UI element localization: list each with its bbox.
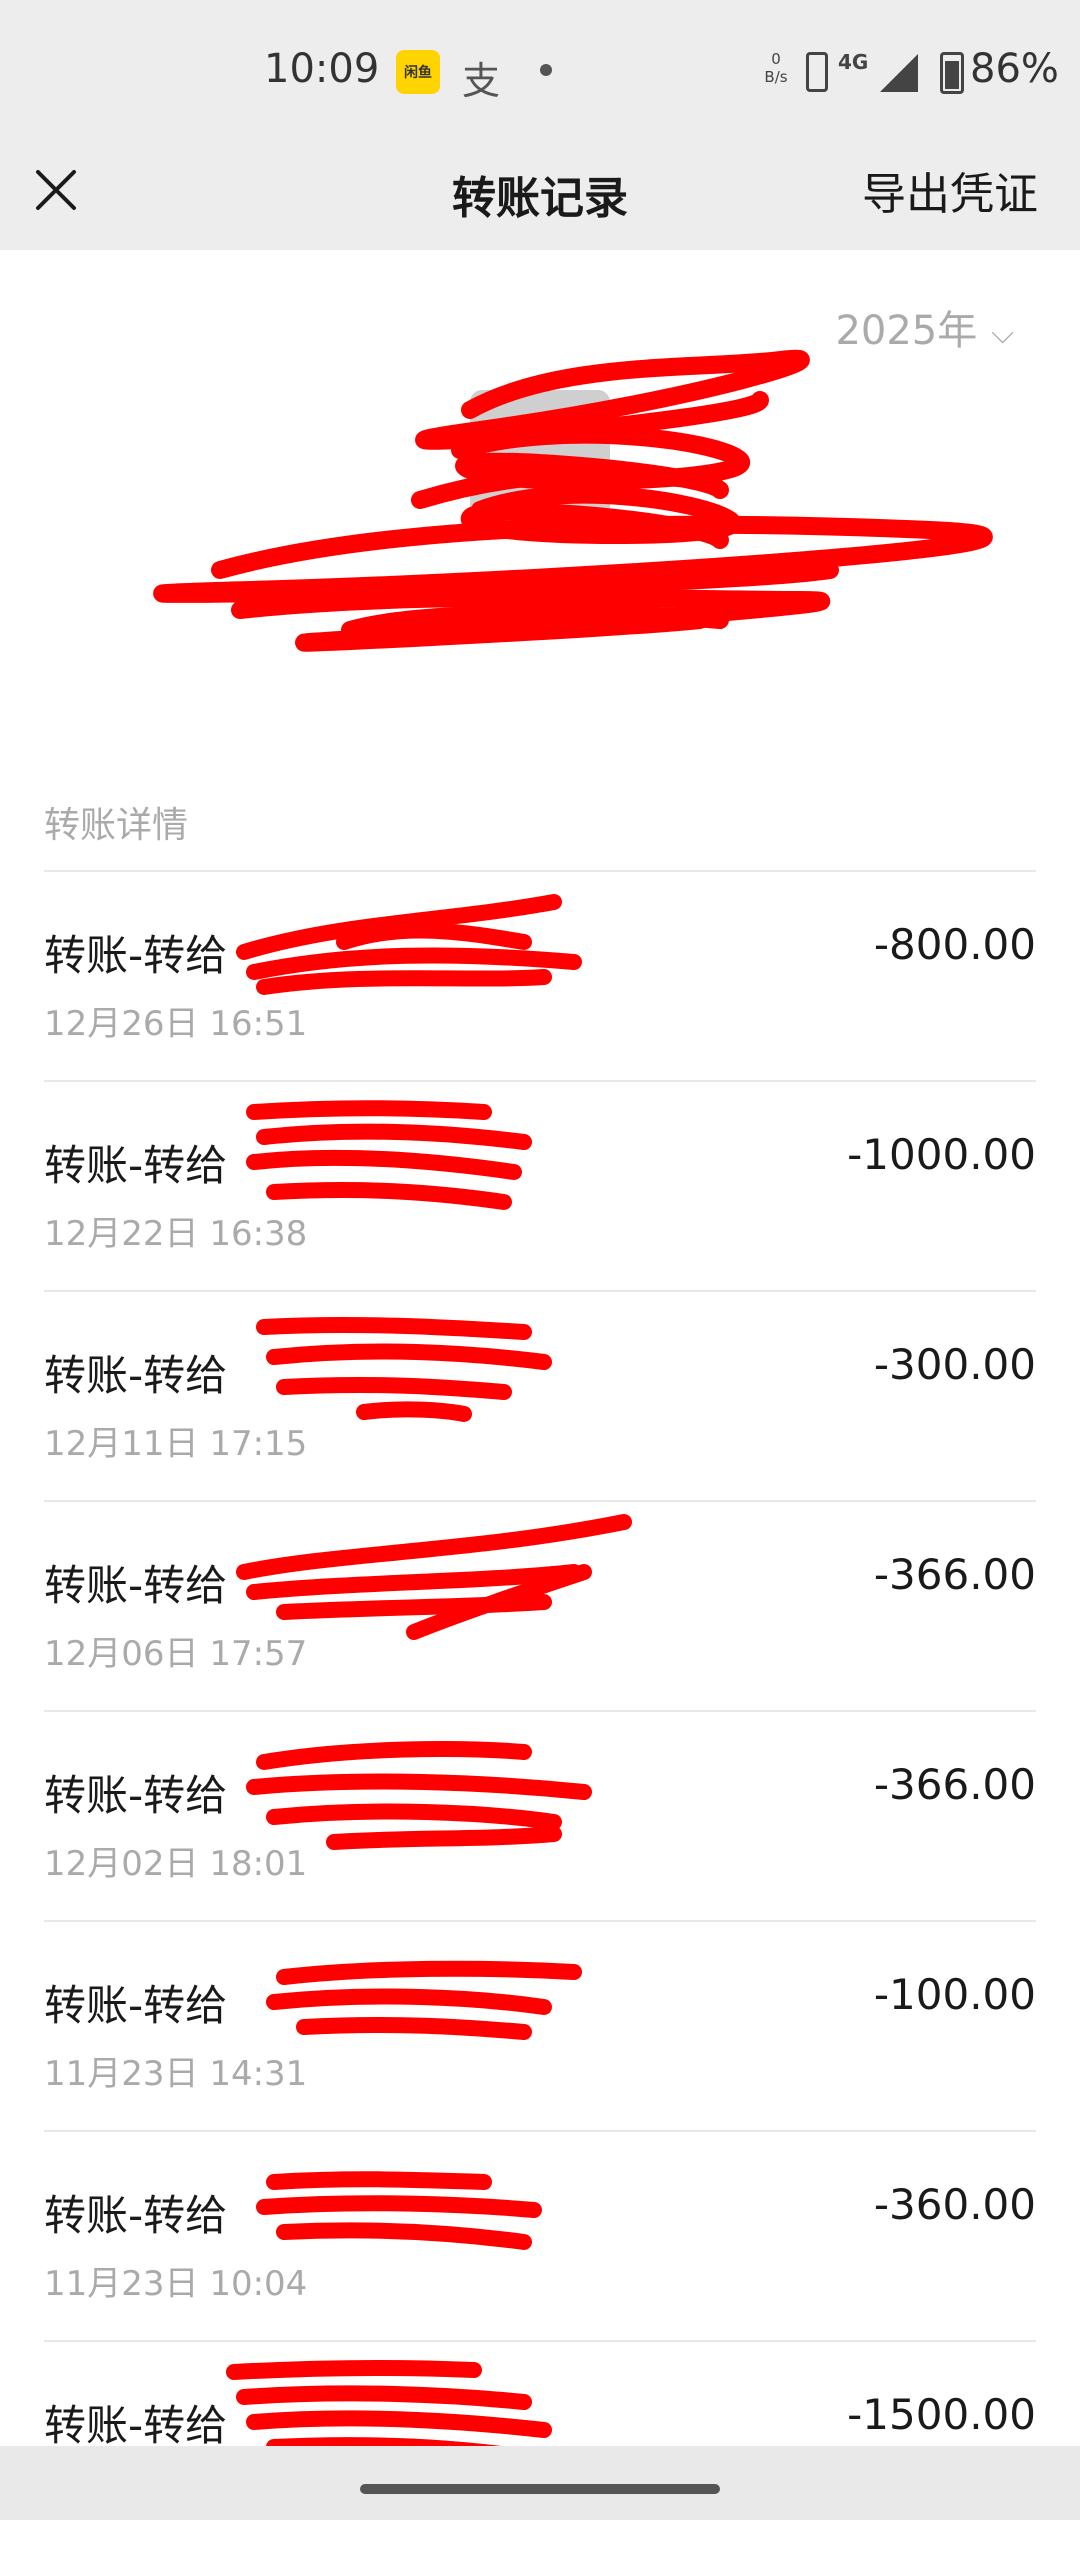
nav-bar: 转账记录 导出凭证 <box>0 146 1080 250</box>
notification-dot-icon <box>540 64 552 76</box>
record-amount: -366.00 <box>873 1760 1036 1809</box>
record-amount: -366.00 <box>873 1550 1036 1599</box>
record-amount: -300.00 <box>873 1340 1036 1389</box>
network-speed-unit: B/s <box>764 68 788 86</box>
record-title: 转账-转给 <box>44 2401 228 2450</box>
record-title: 转账-转给 <box>44 2191 228 2240</box>
status-bar: 10:09 闲鱼 支 0 B/s 4G 86% <box>0 0 1080 146</box>
record-time: 11月23日 10:04 <box>44 2264 308 2304</box>
list-item[interactable]: 转账-转给 11月23日 14:31 -100.00 <box>44 1920 1036 2130</box>
list-item[interactable]: 转账-转给 12月11日 17:15 -300.00 <box>44 1290 1036 1500</box>
export-voucher-button[interactable]: 导出凭证 <box>862 158 1038 222</box>
record-time: 12月26日 16:51 <box>44 1004 308 1044</box>
record-time: 11月23日 14:31 <box>44 2054 308 2094</box>
record-time: 12月22日 16:38 <box>44 1214 308 1254</box>
record-title: 转账-转给 <box>44 1351 228 1400</box>
record-amount: -360.00 <box>873 2180 1036 2229</box>
record-title: 转账-转给 <box>44 1771 228 1820</box>
home-indicator[interactable] <box>360 2484 720 2494</box>
record-amount: -1000.00 <box>847 1130 1036 1179</box>
record-amount: -800.00 <box>873 920 1036 969</box>
section-header: 转账详情 <box>44 805 189 846</box>
summary-card: 转账 <box>0 340 1080 670</box>
status-time: 10:09 <box>264 46 380 92</box>
alipay-icon: 支 <box>462 59 501 103</box>
list-item[interactable]: 转账-转给 12月02日 18:01 -366.00 <box>44 1710 1036 1920</box>
record-amount: -100.00 <box>873 1970 1036 2019</box>
summary-text: 转账 <box>501 585 578 629</box>
record-time: 12月06日 17:57 <box>44 1634 308 1674</box>
list-item[interactable]: 转账-转给 12月22日 16:38 -1000.00 <box>44 1080 1036 1290</box>
gesture-bar-area <box>0 2446 1080 2520</box>
battery-level: 86% <box>970 46 1059 92</box>
record-title: 转账-转给 <box>44 931 228 980</box>
transfer-list: 转账-转给 12月26日 16:51 -800.00 转账-转给 12月22日 … <box>44 870 1036 2550</box>
network-speed: 0 B/s <box>758 50 794 86</box>
list-item[interactable]: 转账-转给 12月26日 16:51 -800.00 <box>44 870 1036 1080</box>
record-title: 转账-转给 <box>44 1981 228 2030</box>
record-time: 12月02日 18:01 <box>44 1844 308 1884</box>
signal-icon <box>880 54 918 92</box>
record-time: 12月11日 17:15 <box>44 1424 308 1464</box>
list-item[interactable]: 转账-转给 11月23日 10:04 -360.00 <box>44 2130 1036 2340</box>
sim-icon <box>806 52 828 92</box>
record-title: 转账-转给 <box>44 1561 228 1610</box>
record-amount: -1500.00 <box>847 2390 1036 2439</box>
record-title: 转账-转给 <box>44 1141 228 1190</box>
network-type: 4G <box>838 50 869 74</box>
list-item[interactable]: 转账-转给 12月06日 17:57 -366.00 <box>44 1500 1036 1710</box>
battery-icon <box>940 52 964 94</box>
avatar <box>470 390 610 530</box>
xianyu-app-icon: 闲鱼 <box>396 50 440 94</box>
network-speed-value: 0 <box>771 50 781 68</box>
